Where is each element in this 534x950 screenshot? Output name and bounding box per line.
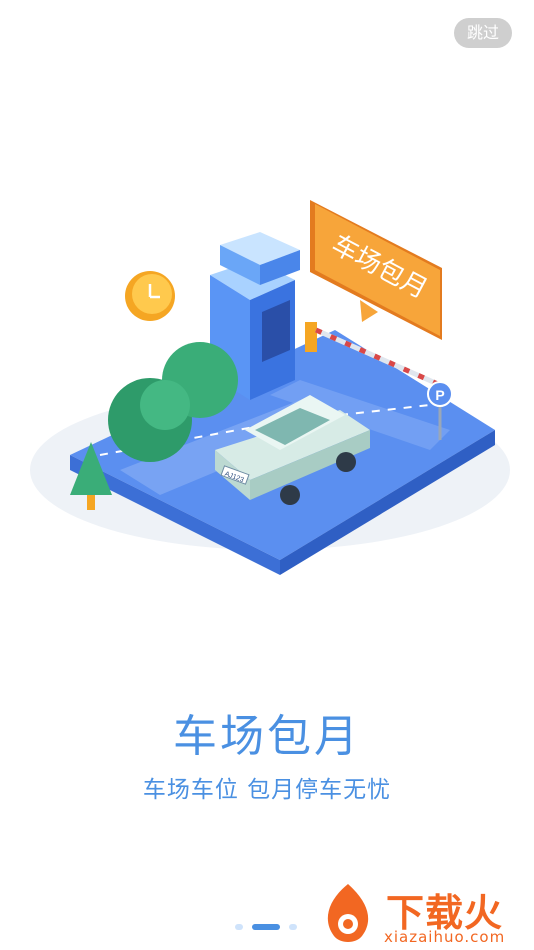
page-title: 车场包月 (173, 711, 361, 762)
parking-illustration: P AJ123 车场包月 (30, 200, 510, 575)
watermark-url: xiazaihuo.com (384, 928, 506, 946)
page-subtitle: 车场车位 包月停车无忧 (142, 777, 392, 803)
watermark: 下载火 xiazaihuo.com (314, 880, 534, 950)
clock-icon (125, 271, 175, 321)
pagination-dot (235, 924, 243, 930)
speech-bubble: 车场包月 (310, 200, 442, 340)
pagination-dot (289, 924, 297, 930)
svg-text:P: P (435, 387, 444, 403)
flame-logo-icon (327, 884, 369, 942)
pagination-dot-active (252, 924, 280, 930)
